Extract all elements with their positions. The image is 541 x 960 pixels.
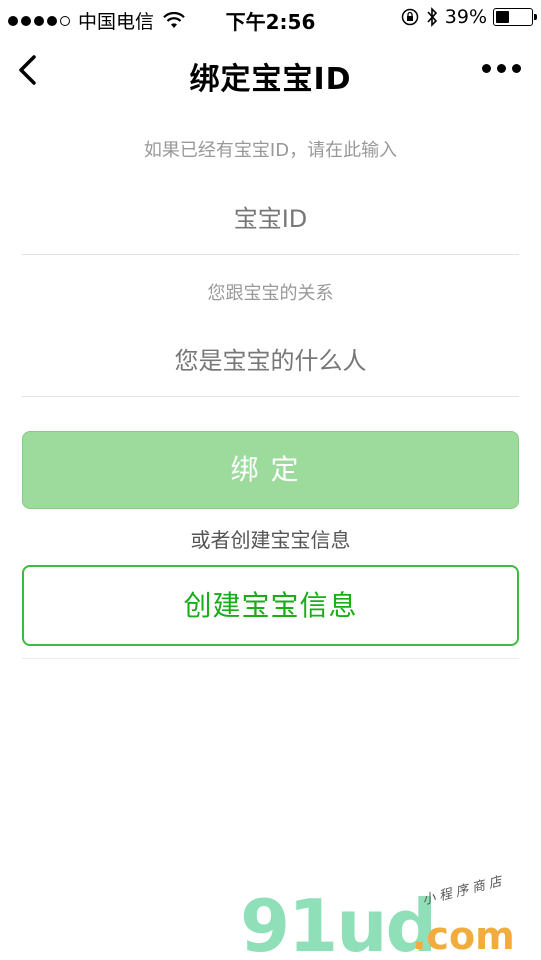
divider — [22, 658, 519, 659]
page-title: 绑定宝宝ID — [189, 62, 352, 97]
baby-id-input[interactable]: 宝宝ID — [22, 186, 519, 255]
nav-bar: 绑定宝宝ID — [0, 36, 541, 106]
id-hint-text: 如果已经有宝宝ID，请在此输入 — [143, 140, 398, 161]
watermark-main: 91ud — [240, 884, 437, 960]
status-right: 39% — [401, 6, 537, 28]
status-bar: 中国电信 下午2:56 39% — [0, 0, 541, 36]
battery-fill — [496, 11, 510, 23]
battery-percent: 39% — [444, 6, 487, 28]
relation-input[interactable]: 您是宝宝的什么人 — [22, 328, 519, 397]
or-create-text: 或者创建宝宝信息 — [190, 528, 351, 552]
bind-button[interactable]: 绑定 — [22, 431, 519, 509]
battery-icon — [493, 8, 537, 26]
watermark-tagline: 小程序商店 — [420, 873, 508, 909]
watermark-domain: .com — [412, 914, 515, 958]
rotation-lock-icon — [401, 8, 419, 26]
more-horizontal-icon[interactable] — [482, 64, 521, 73]
bluetooth-icon — [427, 7, 437, 27]
create-baby-button[interactable]: 创建宝宝信息 — [22, 565, 519, 646]
relation-hint-text: 您跟宝宝的关系 — [207, 283, 334, 304]
watermark-logo: 91ud 小程序商店 .com — [240, 873, 540, 960]
